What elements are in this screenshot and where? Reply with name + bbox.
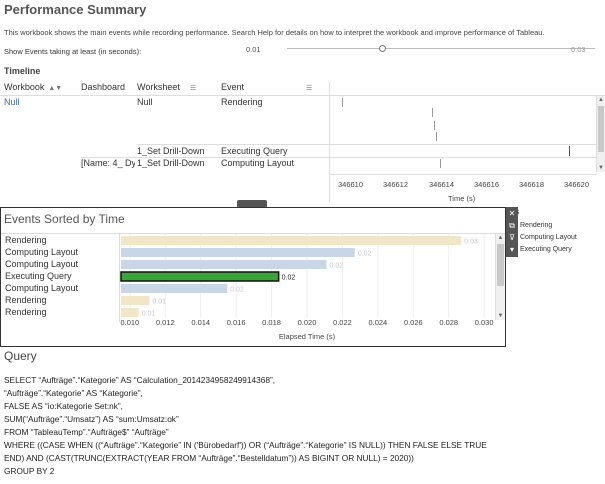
query-line: SUM(“Aufträge”.“Umsatz”) AS “sum:Umsatz:… xyxy=(4,414,179,424)
timeline-axis-line xyxy=(329,174,597,175)
scroll-up-arrow[interactable]: ▲ xyxy=(597,96,605,104)
query-line: GROUP BY 2 xyxy=(4,466,55,476)
x-tick-label: 0.024 xyxy=(368,318,387,327)
slider-thumb[interactable] xyxy=(379,45,387,52)
x-tick-label: 0.014 xyxy=(191,318,210,327)
events-bar-chart: 0.010 0.012 0.014 0.016 0.018 0.020 0.022 0.024… xyxy=(120,234,494,341)
x-tick-label: 0.026 xyxy=(404,318,423,327)
x-tick-label: 0.018 xyxy=(262,318,281,327)
legend-item-executing-query[interactable]: Executing Query xyxy=(520,246,572,253)
timeline-axis-tick: 346610 xyxy=(338,180,364,189)
event-cell: Computing Layout xyxy=(221,158,295,168)
worksheet-cell: 1_Set Drill-Down xyxy=(137,146,205,156)
event-cell: Executing Query xyxy=(221,146,288,156)
page-title: Performance Summary xyxy=(4,2,147,17)
x-axis-title: Elapsed Time (s) xyxy=(279,332,336,341)
timeline-axis-tick: 346612 xyxy=(383,180,409,189)
timeline-event-mark[interactable] xyxy=(432,108,433,117)
query-line: SELECT “Aufträge”.“Kategorie” AS “Calcul… xyxy=(4,375,276,385)
bar-value-label: 0.02 xyxy=(230,287,244,294)
query-line: FROM “TableauTemp”.“Aufträge$” “Aufträge… xyxy=(4,427,169,437)
legend-item-rendering[interactable]: Rendering xyxy=(520,222,552,229)
timeline-axis-tick: 346616 xyxy=(474,180,500,189)
timeline-event-mark[interactable] xyxy=(434,121,435,130)
scroll-up-arrow[interactable]: ▲ xyxy=(496,234,505,242)
slider-max-label: 0.03 xyxy=(571,45,586,54)
x-tick-label: 0.016 xyxy=(227,318,246,327)
query-line: END) AND (CAST(TRUNC(EXTRACT(YEAR FROM “… xyxy=(4,453,414,463)
bar-value-label: 0.03 xyxy=(464,239,478,246)
query-title: Query xyxy=(4,349,37,363)
popup-toolbar: ✕ ⧉ ⊽ ▾ xyxy=(506,207,518,257)
x-tick-label: 0.010 xyxy=(120,318,139,327)
timeline-event-mark[interactable] xyxy=(440,159,441,168)
timeline-event-mark[interactable] xyxy=(569,146,570,156)
x-tick-label: 0.020 xyxy=(298,318,317,327)
event-bar[interactable] xyxy=(121,260,327,269)
timeline-axis-tick: 346620 xyxy=(564,180,590,189)
bar-value-label: 0.01 xyxy=(152,299,166,306)
column-header-worksheet[interactable]: Worksheet ☰ xyxy=(137,82,196,96)
workbook-cell[interactable]: Null xyxy=(4,97,20,107)
event-bar[interactable] xyxy=(121,296,150,305)
bar-value-label: 0.02 xyxy=(329,263,343,270)
worksheet-cell: 1_Set Drill-Down xyxy=(137,158,205,168)
slider-min-label: 0.01 xyxy=(246,45,261,54)
event-bar[interactable] xyxy=(121,248,355,257)
timeline-axis-tick: 346614 xyxy=(429,180,455,189)
x-tick-label: 0.022 xyxy=(333,318,352,327)
query-line: “Aufträge”.“Kategorie” AS “Kategorie”, xyxy=(4,388,143,398)
bar-value-label: 0.02 xyxy=(358,251,372,258)
scroll-down-arrow[interactable]: ▼ xyxy=(597,164,605,172)
timeline-axis-title: Time (s) xyxy=(448,194,476,203)
bar-value-label: 0.02 xyxy=(282,275,296,282)
query-line: FALSE AS “io:Kategorie Set:nk”, xyxy=(4,401,123,411)
timeline-event-mark[interactable] xyxy=(342,98,343,107)
column-header-event[interactable]: Event ☰ xyxy=(221,82,312,96)
timeline-event-mark[interactable] xyxy=(436,132,437,141)
scroll-thumb[interactable] xyxy=(598,106,604,152)
header-divider xyxy=(0,95,605,96)
legend-item-computing-layout[interactable]: Computing Layout xyxy=(520,234,577,241)
x-tick-label: 0.028 xyxy=(439,318,458,327)
row-divider xyxy=(137,144,597,145)
worksheet-cell: Null xyxy=(137,97,153,107)
events-sorted-panel: Events Sorted by Time Rendering Computing… xyxy=(0,207,506,347)
filter-icon[interactable]: ⊽ xyxy=(506,232,518,243)
timeline-scrollbar[interactable]: ▲ ▼ xyxy=(596,96,605,172)
query-line: WHERE ((CASE WHEN ((“Aufträge”.“Kategori… xyxy=(4,440,487,450)
panel-scrollbar[interactable]: ▲ ▼ xyxy=(495,234,505,320)
event-bar[interactable] xyxy=(120,271,280,282)
bar-value-label: 0.01 xyxy=(142,311,156,318)
event-cell: Rendering xyxy=(221,97,263,107)
column-divider xyxy=(329,82,330,202)
open-external-icon[interactable]: ⧉ xyxy=(506,220,518,231)
x-tick-label: 0.012 xyxy=(156,318,175,327)
timeline-axis-tick: 346618 xyxy=(519,180,545,189)
event-bar[interactable] xyxy=(121,236,462,245)
column-header-workbook[interactable]: Workbook ▲▼ xyxy=(4,82,62,96)
scroll-thumb[interactable] xyxy=(497,244,504,286)
close-icon[interactable]: ✕ xyxy=(506,208,518,219)
event-bar[interactable] xyxy=(121,308,139,317)
x-tick-label: 0.030 xyxy=(475,318,494,327)
dashboard-cell: [Name: 4_ Dynamic xyxy=(81,158,135,168)
timeline-title: Timeline xyxy=(4,66,41,76)
page-description: This workbook shows the main events whil… xyxy=(4,28,545,37)
threshold-slider[interactable] xyxy=(287,45,595,52)
sort-icon[interactable]: ▲▼ xyxy=(48,85,62,92)
sort-icon[interactable]: ☰ xyxy=(190,85,196,92)
threshold-label: Show Events taking at least (in seconds)… xyxy=(4,47,142,56)
sort-icon[interactable]: ☰ xyxy=(306,85,312,92)
column-header-dashboard[interactable]: Dashboard xyxy=(81,82,125,96)
event-bar[interactable] xyxy=(121,284,228,293)
dropdown-icon[interactable]: ▾ xyxy=(506,244,518,255)
scroll-down-arrow[interactable]: ▼ xyxy=(496,312,505,320)
